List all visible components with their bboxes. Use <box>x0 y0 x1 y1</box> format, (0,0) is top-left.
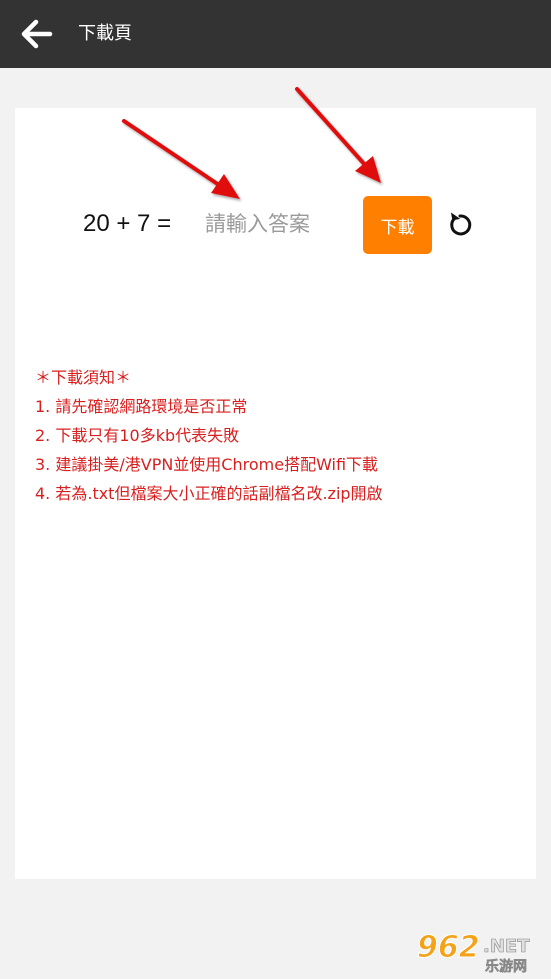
watermark-domain: .NET <box>483 936 530 957</box>
notice-line: 1. 請先確認網路環境是否正常 <box>35 397 248 416</box>
notice-line: 4. 若為.txt但檔案大小正確的話副檔名改.zip開啟 <box>35 484 383 503</box>
notice-line: 2. 下載只有10多kb代表失敗 <box>35 426 240 445</box>
notice-title: ＊下載須知＊ <box>35 368 132 387</box>
refresh-button[interactable] <box>441 205 479 243</box>
watermark-logo: 962 .NET 乐游网 <box>415 927 543 976</box>
watermark-brand: 962 <box>417 930 480 965</box>
download-button[interactable]: 下載 <box>363 196 432 254</box>
notice-line: 3. 建議掛美/港VPN並使用Chrome搭配Wifi下載 <box>35 455 379 474</box>
arrow-left-icon <box>21 19 53 49</box>
back-button[interactable] <box>14 12 58 56</box>
refresh-icon <box>450 212 472 236</box>
watermark-subtitle: 乐游网 <box>485 958 527 975</box>
page-title: 下載頁 <box>78 23 132 44</box>
top-app-bar: 下載頁 <box>0 0 551 68</box>
captcha-question: 20 + 7 = <box>83 210 172 237</box>
download-notice: ＊下載須知＊ 1. 請先確認網路環境是否正常 2. 下載只有10多kb代表失敗 … <box>35 363 383 508</box>
answer-input[interactable] <box>205 204 345 244</box>
download-card: 20 + 7 = 下載 ＊下載須知＊ 1. 請先確認網路環境是否正常 2. 下載… <box>15 108 536 879</box>
